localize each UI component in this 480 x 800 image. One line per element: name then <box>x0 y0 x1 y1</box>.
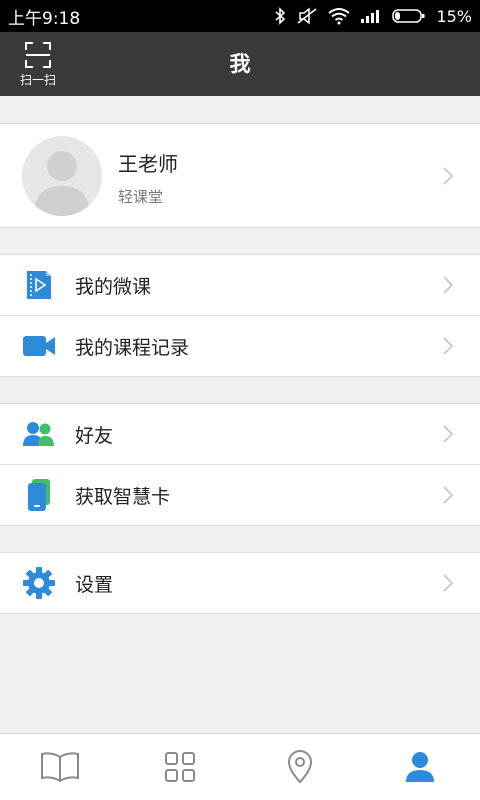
chevron-right-icon <box>443 167 454 185</box>
wifi-icon <box>328 8 351 25</box>
battery-icon <box>392 9 425 23</box>
chevron-right-icon <box>443 486 454 504</box>
tab-apps[interactable] <box>120 734 240 800</box>
card-icon <box>22 478 56 512</box>
grid-icon <box>165 752 195 782</box>
battery-percent: 15% <box>436 6 472 26</box>
book-icon <box>41 752 79 783</box>
chevron-right-icon <box>443 276 454 294</box>
bottom-tab-bar <box>0 733 480 800</box>
location-icon <box>287 750 313 784</box>
menu-group-settings: 设置 <box>0 552 480 614</box>
menu-group-social: 好友 获取智慧卡 <box>0 403 480 526</box>
default-avatar-icon <box>34 151 90 216</box>
menu-item-label: 设置 <box>75 574 114 596</box>
profile-subtitle: 轻课堂 <box>118 188 164 206</box>
signal-icon <box>361 10 380 23</box>
nav-bar: 扫一扫 我 <box>0 32 480 96</box>
avatar <box>22 136 102 216</box>
friends-icon <box>22 417 56 451</box>
user-icon <box>406 752 434 782</box>
menu-item-label: 我的课程记录 <box>75 337 190 359</box>
status-bar: 上午9:18 15% <box>0 0 480 32</box>
page-title: 我 <box>229 52 251 76</box>
mute-icon <box>297 7 317 25</box>
menu-item-course-records[interactable]: 我的课程记录 <box>0 316 480 376</box>
video-file-icon <box>22 268 56 302</box>
tab-location[interactable] <box>240 734 360 800</box>
menu-item-label: 我的微课 <box>75 276 152 298</box>
gear-icon <box>22 566 56 600</box>
menu-item-label: 获取智慧卡 <box>75 486 171 508</box>
camera-icon <box>22 329 56 363</box>
status-time: 上午9:18 <box>8 8 81 29</box>
tab-courses[interactable] <box>0 734 120 800</box>
menu-item-settings[interactable]: 设置 <box>0 553 480 613</box>
menu-item-label: 好友 <box>75 425 114 447</box>
menu-item-friends[interactable]: 好友 <box>0 404 480 464</box>
chevron-right-icon <box>443 574 454 592</box>
tab-me[interactable] <box>360 734 480 800</box>
profile-card[interactable]: 王老师 轻课堂 <box>0 123 480 228</box>
menu-item-my-microlessons[interactable]: 我的微课 <box>0 255 480 315</box>
chevron-right-icon <box>443 425 454 443</box>
chevron-right-icon <box>443 337 454 355</box>
menu-group-courses: 我的微课 我的课程记录 <box>0 254 480 377</box>
menu-item-get-smart-card[interactable]: 获取智慧卡 <box>0 465 480 525</box>
profile-name: 王老师 <box>118 152 178 176</box>
status-icons: 15% <box>274 7 472 26</box>
bluetooth-icon <box>275 7 286 25</box>
